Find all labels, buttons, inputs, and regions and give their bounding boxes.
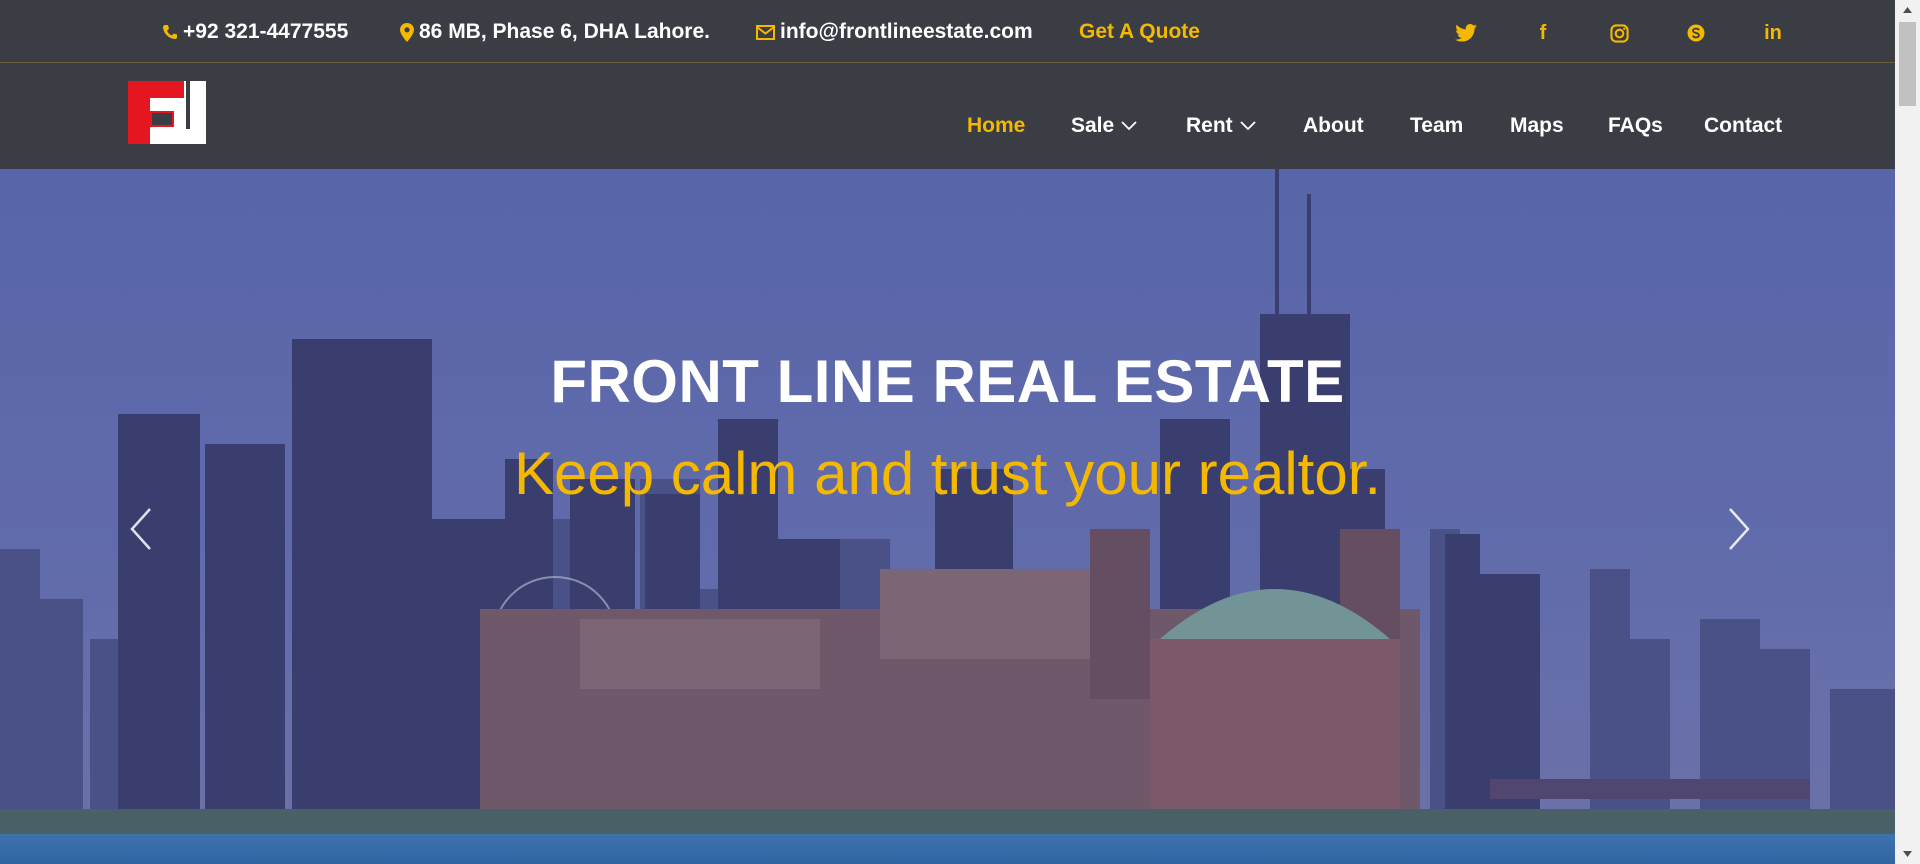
chevron-left-icon	[130, 508, 151, 550]
twitter-link[interactable]	[1453, 20, 1479, 46]
nav-contact-label: Contact	[1704, 114, 1783, 137]
hero-title: FRONT LINE REAL ESTATE	[550, 348, 1345, 415]
skype-icon	[1687, 24, 1705, 42]
scroll-up-button[interactable]	[1895, 0, 1920, 20]
top-bar: +92 321-4477555 86 MB, Phase 6, DHA Laho…	[0, 0, 1895, 63]
city-skyline-image	[0, 169, 1895, 864]
nav-home[interactable]: Home	[967, 111, 1025, 141]
nav-faqs-label: FAQs	[1608, 114, 1663, 137]
hero-subtitle: Keep calm and trust your realtor.	[513, 440, 1382, 507]
nav-sale[interactable]: Sale	[1071, 111, 1137, 141]
nav-rent-label: Rent	[1186, 114, 1233, 137]
nav-maps[interactable]: Maps	[1510, 111, 1564, 141]
nav-team[interactable]: Team	[1410, 111, 1463, 141]
page-scrollbar[interactable]	[1895, 0, 1920, 864]
nav-faqs[interactable]: FAQs	[1608, 111, 1663, 141]
site-logo[interactable]	[128, 81, 206, 144]
get-quote-link[interactable]: Get A Quote	[1079, 19, 1200, 45]
phone-number: +92 321-4477555	[183, 20, 349, 43]
nav-about-label: About	[1303, 114, 1364, 137]
email-link: info@frontlineestate.com	[780, 20, 1033, 43]
nav-rent[interactable]: Rent	[1186, 111, 1256, 141]
chevron-down-icon	[1121, 121, 1137, 131]
slider-prev-arrow[interactable]	[122, 499, 162, 559]
nav-maps-label: Maps	[1510, 114, 1564, 137]
nav-sale-label: Sale	[1071, 114, 1115, 137]
skype-link[interactable]	[1683, 20, 1709, 46]
address-text: 86 MB, Phase 6, DHA Lahore.	[419, 20, 710, 43]
chevron-right-icon	[1729, 508, 1750, 550]
twitter-icon	[1455, 24, 1477, 42]
facebook-icon: f	[1539, 21, 1547, 44]
nav-team-label: Team	[1410, 114, 1464, 137]
phone-contact[interactable]: +92 321-4477555	[162, 19, 348, 45]
linkedin-link[interactable]: in	[1760, 20, 1786, 46]
nav-contact[interactable]: Contact	[1704, 111, 1782, 141]
nav-about[interactable]: About	[1303, 111, 1364, 141]
nav-home-label: Home	[967, 114, 1026, 137]
facebook-link[interactable]: f	[1530, 20, 1556, 46]
chevron-down-icon	[1240, 121, 1256, 131]
email-contact[interactable]: info@frontlineestate.com	[756, 19, 1033, 45]
map-marker-icon	[400, 22, 414, 42]
main-navbar: Home Sale Rent About Team Maps FAQs Cont…	[0, 64, 1895, 169]
caret-up-icon	[1903, 7, 1912, 13]
phone-icon	[163, 25, 177, 39]
scroll-thumb[interactable]	[1899, 22, 1916, 106]
scroll-down-button[interactable]	[1895, 844, 1920, 864]
hero-slider: FRONT LINE REAL ESTATE Keep calm and tru…	[0, 169, 1895, 864]
slider-next-arrow[interactable]	[1718, 499, 1758, 559]
linkedin-icon: in	[1764, 21, 1782, 44]
instagram-icon	[1609, 23, 1629, 43]
address-contact: 86 MB, Phase 6, DHA Lahore.	[400, 19, 710, 45]
instagram-link[interactable]	[1606, 20, 1632, 46]
caret-down-icon	[1903, 851, 1912, 857]
envelope-icon	[756, 24, 775, 40]
